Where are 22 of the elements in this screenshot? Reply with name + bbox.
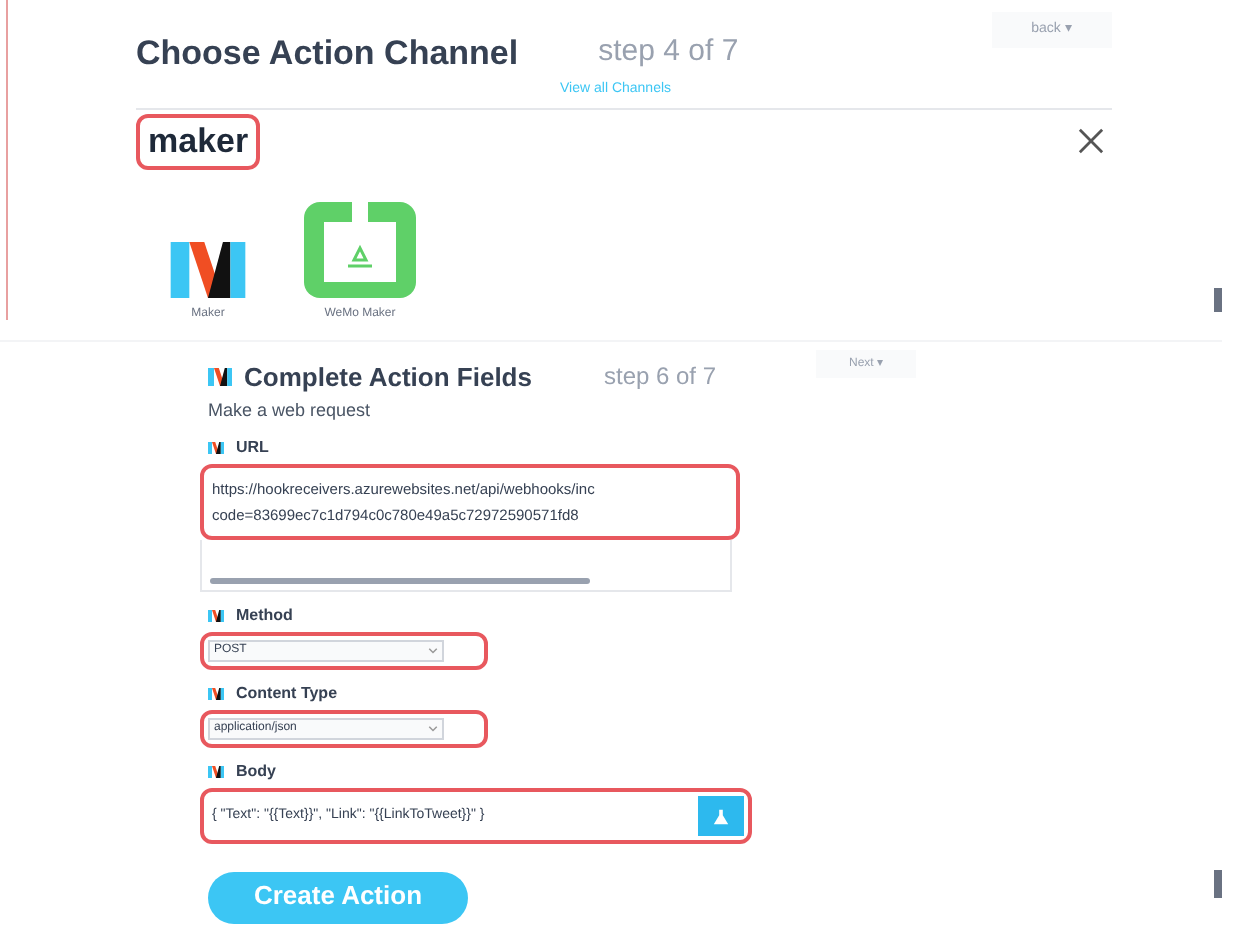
- search-field[interactable]: maker: [136, 113, 261, 169]
- flask-icon: [712, 807, 730, 825]
- field-label: Body: [236, 760, 276, 784]
- page-title: Complete Action Fields: [244, 360, 532, 396]
- subtitle: Make a web request: [206, 397, 373, 424]
- maker-logo-icon: [208, 610, 224, 622]
- scrollbar: [1214, 870, 1222, 898]
- close-icon[interactable]: [1078, 128, 1104, 154]
- step-label: step 6 of 7: [603, 360, 717, 394]
- maker-logo-icon: [208, 442, 224, 454]
- field-label: Content Type: [236, 682, 338, 706]
- scrollbar: [1214, 288, 1222, 312]
- page-title: Choose Action Channel: [136, 32, 519, 76]
- maker-logo-icon: [168, 242, 248, 298]
- maker-logo-icon: [208, 688, 224, 700]
- step-label: step 4 of 7: [598, 32, 739, 72]
- chevron-icon: [428, 648, 438, 654]
- maker-logo-icon: [208, 766, 224, 778]
- field-label: Method: [236, 604, 293, 628]
- chevron-icon: [428, 726, 438, 732]
- field-label: URL: [236, 436, 269, 460]
- maker-logo-icon: [208, 368, 232, 387]
